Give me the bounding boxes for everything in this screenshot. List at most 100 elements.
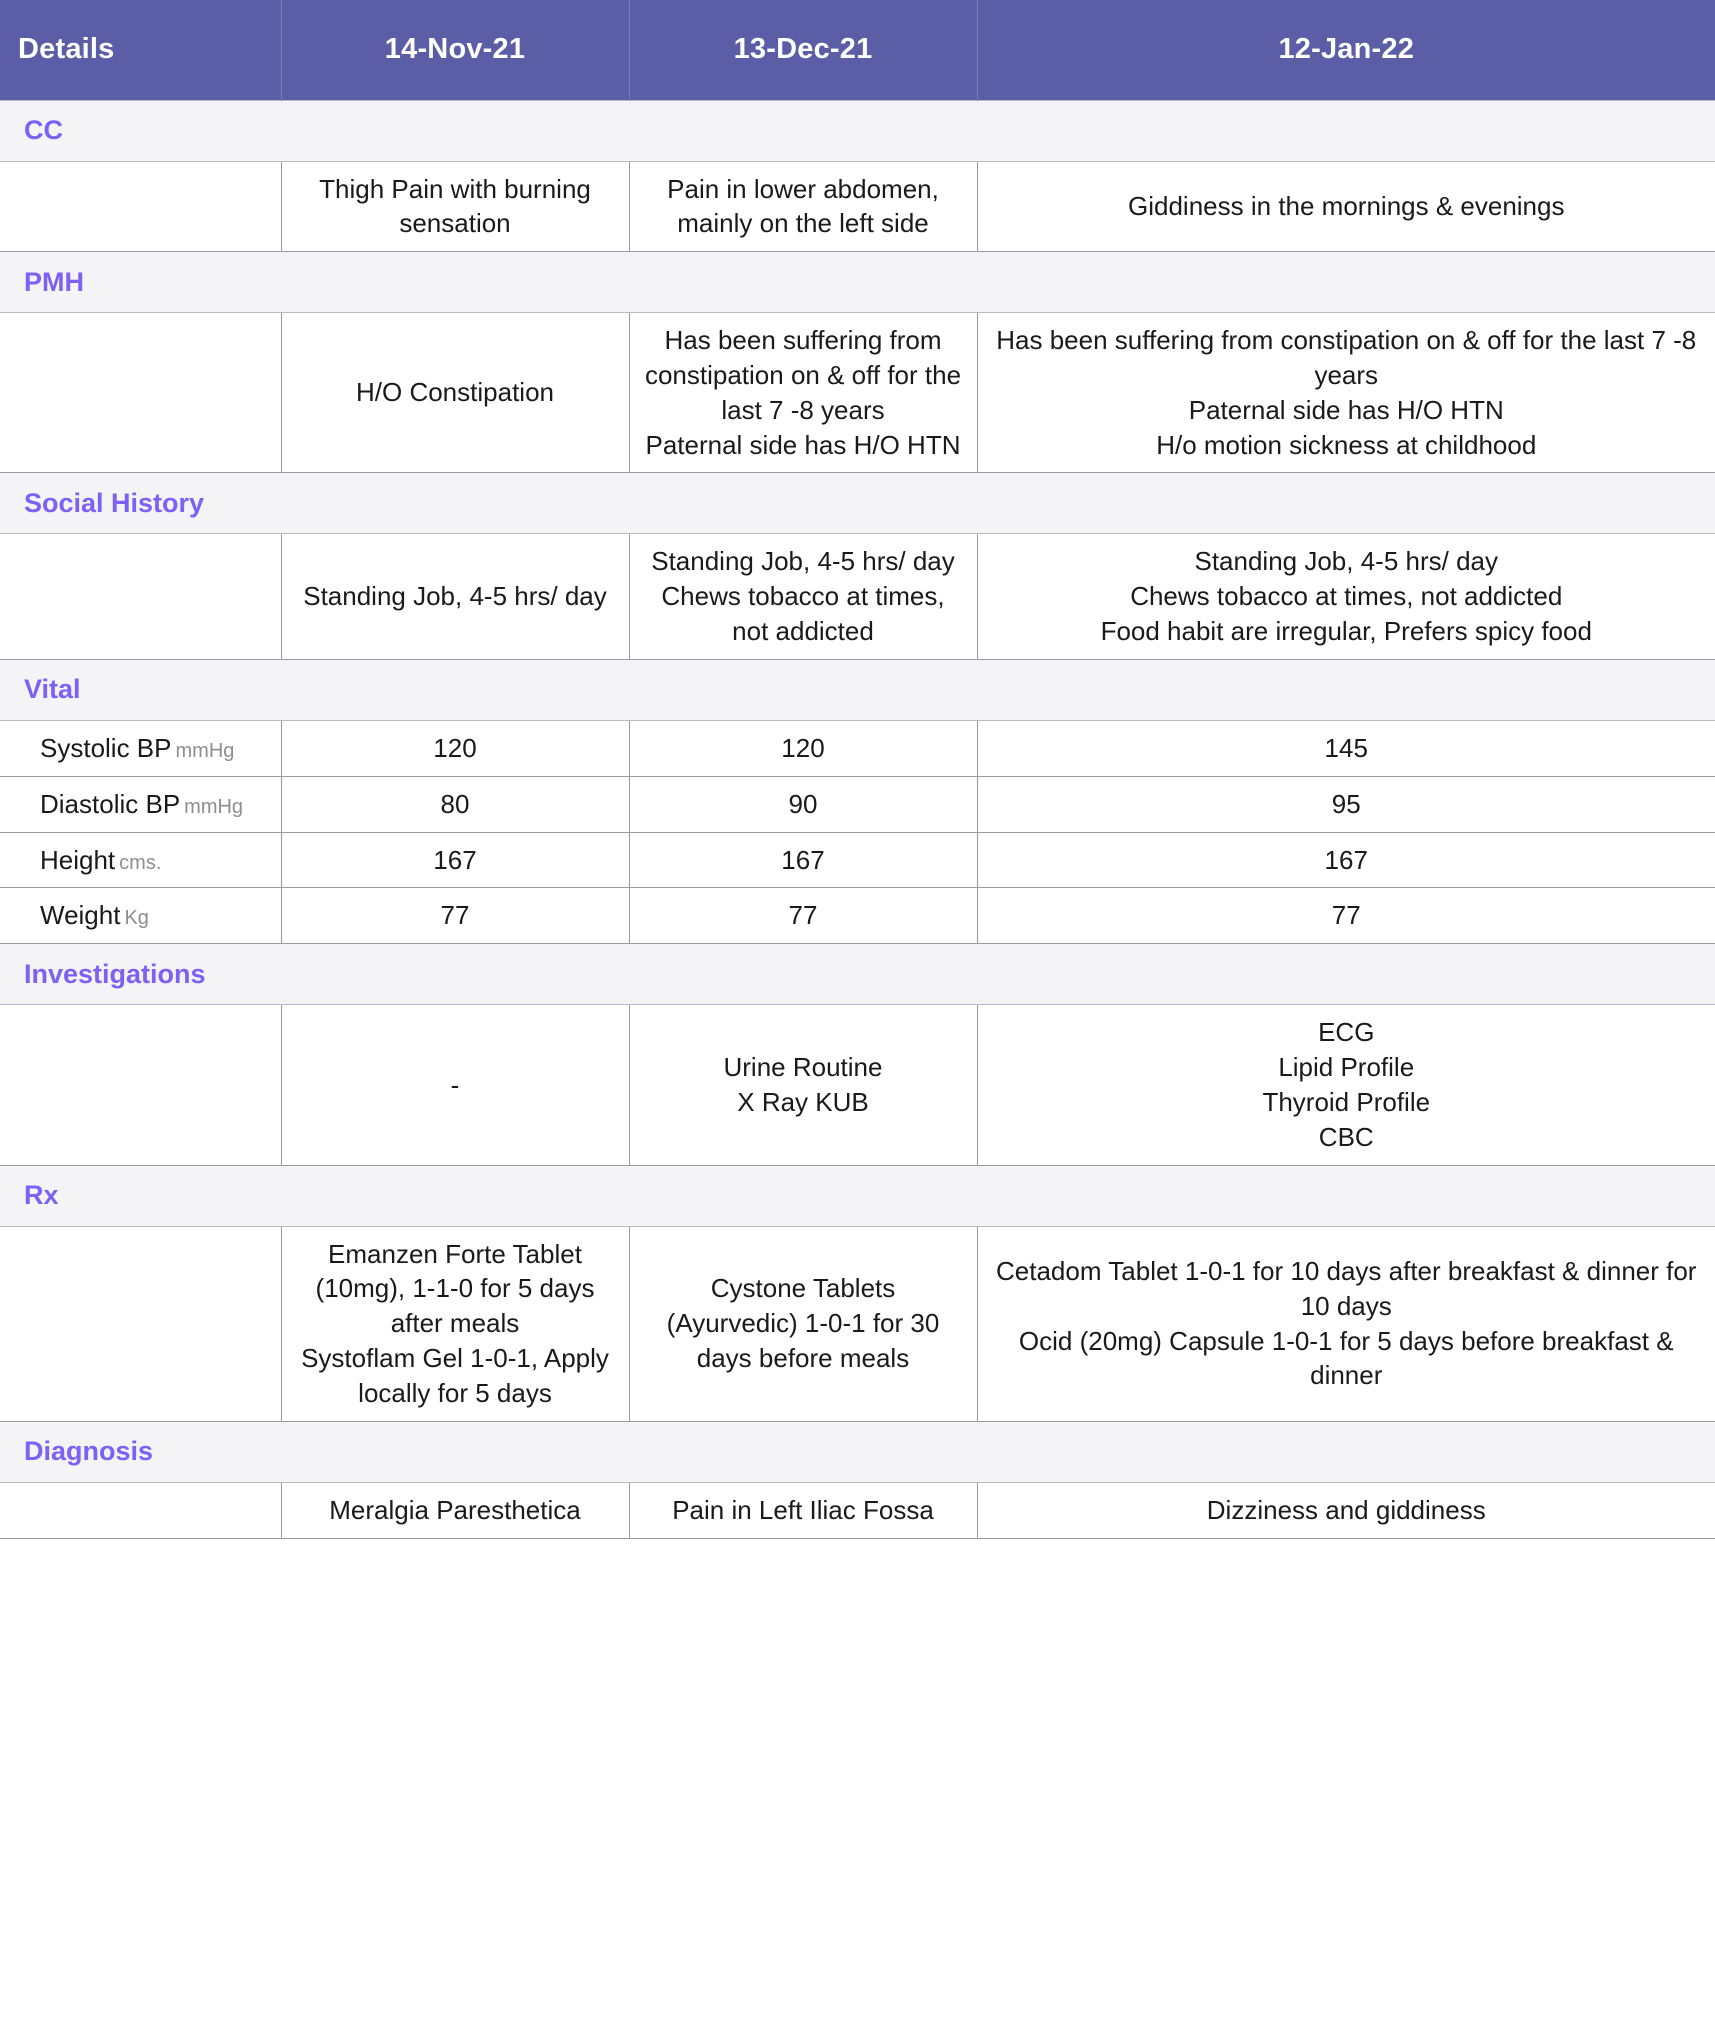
cell-visit-1: 167 [281, 831, 630, 889]
section-title-diagnosis: Diagnosis [24, 1436, 154, 1467]
cell-line: 145 [1324, 732, 1368, 763]
measure-unit: mmHg [175, 739, 235, 762]
cell-line: Dizziness and giddiness [1206, 1494, 1486, 1525]
table-row: Emanzen Forte Tablet (10mg), 1-1-0 for 5… [0, 1225, 1715, 1422]
row-label-weight: Weight Kg [0, 887, 282, 945]
column-header-visit-2: 13-Dec-21 [628, 0, 977, 100]
cell-visit-3: Has been suffering from constipation on … [977, 312, 1715, 474]
cell-line: Pain in lower abdomen, mainly on the lef… [667, 173, 939, 239]
section-header-cell: Social History [0, 472, 1715, 535]
cell-visit-2: 77 [629, 887, 978, 945]
cell-visit-3: 145 [977, 719, 1715, 777]
cell-visit-3: Cetadom Tablet 1-0-1 for 10 days after b… [977, 1225, 1715, 1422]
measure-unit: cms. [119, 851, 162, 874]
cell-visit-1: 77 [281, 887, 630, 945]
cell-line: 77 [1331, 900, 1361, 931]
section-header-row-vital: Vital [0, 658, 1715, 721]
section-header-cell: Vital [0, 658, 1715, 721]
cell-line: Urine Routine [723, 1052, 883, 1083]
cell-line: 77 [788, 900, 818, 931]
measure-unit: mmHg [184, 795, 244, 818]
table-row: Diastolic BP mmHg 80 90 95 [0, 775, 1715, 833]
cell-line: Has been suffering from constipation on … [644, 325, 962, 425]
section-header-row-investigations: Investigations [0, 943, 1715, 1006]
cell-visit-3: Giddiness in the mornings & evenings [977, 160, 1715, 253]
section-header-row-pmh: PMH [0, 251, 1715, 314]
section-header-row-social-history: Social History [0, 472, 1715, 535]
cell-visit-2: Pain in lower abdomen, mainly on the lef… [629, 160, 978, 253]
measure-name: Diastolic BP [40, 788, 181, 819]
cell-line: Cystone Tablets (Ayurvedic) 1-0-1 for 30… [666, 1273, 940, 1374]
cell-line: H/o motion sickness at childhood [1156, 429, 1537, 460]
cell-visit-3: Standing Job, 4-5 hrs/ day Chews tobacco … [977, 533, 1715, 660]
cell-visit-2: Cystone Tablets (Ayurvedic) 1-0-1 for 30… [629, 1225, 978, 1422]
cell-visit-1: 120 [281, 719, 630, 777]
cell-visit-1: Thigh Pain with burning sensation [281, 160, 630, 253]
table-row: Thigh Pain with burning sensation Pain in… [0, 160, 1715, 253]
column-header-visit-1: 14-Nov-21 [280, 0, 629, 100]
cell-line: 167 [1324, 844, 1368, 875]
cell-visit-1: Emanzen Forte Tablet (10mg), 1-1-0 for 5… [281, 1225, 630, 1422]
cell-line: Standing Job, 4-5 hrs/ day [1194, 546, 1499, 577]
measure-name: Height [40, 844, 116, 875]
cell-line: H/O Constipation [356, 377, 554, 408]
cell-line: Emanzen Forte Tablet (10mg), 1-1-0 for 5… [315, 1238, 595, 1339]
column-header-details: Details [0, 0, 281, 100]
cell-line: Chews tobacco at times, not addicted [1130, 581, 1563, 612]
section-header-row-rx: Rx [0, 1164, 1715, 1227]
cell-visit-3: Dizziness and giddiness [977, 1481, 1715, 1539]
cell-line: 80 [440, 788, 470, 819]
cell-line: Food habit are irregular, Prefers spicy … [1100, 616, 1592, 647]
cell-visit-1: - [281, 1004, 630, 1166]
row-label-empty [0, 1004, 282, 1166]
cell-line: X Ray KUB [737, 1086, 869, 1117]
table-row: H/O Constipation Has been suffering from … [0, 312, 1715, 474]
cell-line: Standing Job, 4-5 hrs/ day [303, 581, 607, 612]
cell-visit-2: Pain in Left Iliac Fossa [629, 1481, 978, 1539]
section-header-row-cc: CC [0, 99, 1715, 162]
cell-line: Standing Job, 4-5 hrs/ day [651, 546, 955, 577]
cell-line: 167 [433, 844, 477, 875]
cell-visit-3: 167 [977, 831, 1715, 889]
cell-line: 120 [781, 732, 825, 763]
cell-line: Thigh Pain with burning sensation [319, 173, 591, 239]
row-label-empty [0, 312, 282, 474]
cell-line: Lipid Profile [1278, 1052, 1415, 1083]
patient-visit-comparison-table: Details 14-Nov-21 13-Dec-21 12-Jan-22 CC… [0, 0, 1715, 1539]
section-title-pmh: PMH [24, 266, 84, 297]
row-label-empty [0, 1225, 282, 1422]
measure-name: Systolic BP [40, 732, 172, 763]
cell-line: Paternal side has H/O HTN [645, 429, 961, 460]
cell-visit-2: Urine Routine X Ray KUB [629, 1004, 978, 1166]
row-label-empty [0, 533, 282, 660]
cell-line: Giddiness in the mornings & evenings [1128, 190, 1565, 221]
cell-visit-1: H/O Constipation [281, 312, 630, 474]
cell-line: Thyroid Profile [1262, 1086, 1431, 1117]
cell-visit-2: 167 [629, 831, 978, 889]
table-row: Height cms. 167 167 167 [0, 831, 1715, 889]
section-title-social-history: Social History [24, 487, 205, 518]
row-label-height: Height cms. [0, 831, 282, 889]
cell-line: CBC [1318, 1121, 1374, 1152]
row-label-empty [0, 160, 282, 253]
column-header-visit-3: 12-Jan-22 [976, 0, 1715, 100]
cell-visit-1: Meralgia Paresthetica [281, 1481, 630, 1539]
measure-name: Weight [40, 900, 121, 931]
section-header-row-diagnosis: Diagnosis [0, 1420, 1715, 1483]
cell-line: ECG [1318, 1017, 1375, 1048]
measure-unit: Kg [124, 907, 149, 930]
cell-line: 120 [433, 732, 477, 763]
cell-line: - [450, 1069, 460, 1100]
section-title-cc: CC [24, 115, 63, 145]
cell-line: Cetadom Tablet 1-0-1 for 10 days after b… [996, 1255, 1697, 1321]
cell-visit-2: Standing Job, 4-5 hrs/ day Chews tobacco … [629, 533, 978, 660]
cell-line: Meralgia Paresthetica [329, 1494, 581, 1525]
table-row: Systolic BP mmHg 120 120 145 [0, 719, 1715, 777]
table-header: Details 14-Nov-21 13-Dec-21 12-Jan-22 [0, 0, 1715, 100]
cell-line: Ocid (20mg) Capsule 1-0-1 for 5 days bef… [1018, 1325, 1674, 1391]
table-row: Weight Kg 77 77 77 [0, 887, 1715, 945]
section-header-cell: PMH [0, 251, 1715, 314]
cell-visit-2: Has been suffering from constipation on … [629, 312, 978, 474]
section-title-investigations: Investigations [24, 958, 206, 989]
cell-line: Systoflam Gel 1-0-1, Apply locally for 5… [301, 1343, 609, 1408]
